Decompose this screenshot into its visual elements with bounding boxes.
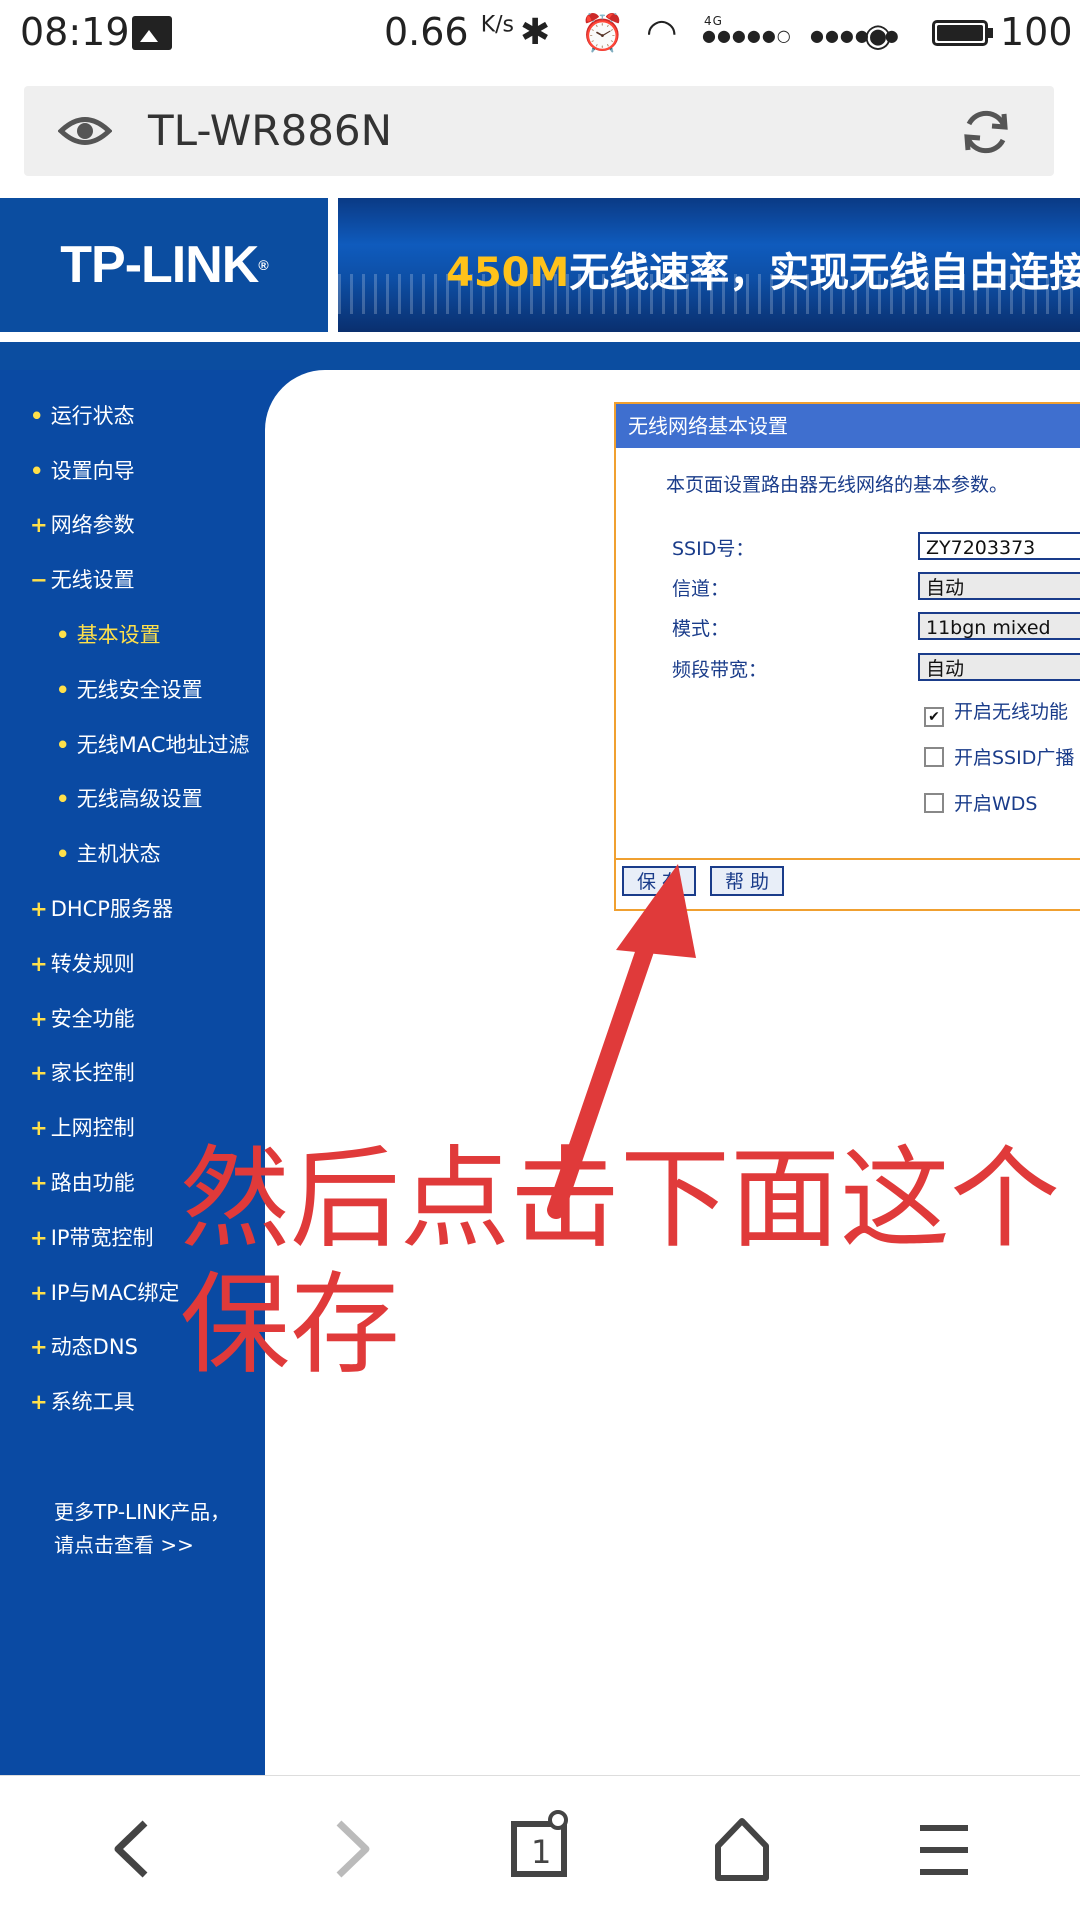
- sidebar-item-parental-control[interactable]: + 家长控制: [30, 1057, 135, 1087]
- bluetooth-icon: ✱: [520, 12, 551, 53]
- browser-bottom-bar: 1: [0, 1775, 1080, 1921]
- sidebar-item-network-params[interactable]: + 网络参数: [30, 509, 135, 539]
- sidebar-item-run-status[interactable]: • 运行状态: [30, 400, 135, 430]
- hd-voice-icon: ◉: [864, 16, 892, 54]
- sidebar-item-mac-filter[interactable]: • 无线MAC地址过滤: [56, 729, 249, 759]
- ssid-input[interactable]: ZY7203373: [918, 532, 1080, 560]
- sidebar-item-ddns[interactable]: + 动态DNS: [30, 1331, 138, 1361]
- network-speed: 0.66 K/s: [384, 10, 515, 54]
- sidebar-item-ip-bandwidth[interactable]: + IP带宽控制: [30, 1222, 154, 1252]
- checkbox-unchecked-icon[interactable]: [924, 747, 944, 767]
- checkbox-unchecked-icon[interactable]: [924, 793, 944, 813]
- page-url[interactable]: TL-WR886N: [148, 106, 392, 155]
- battery-icon: [932, 20, 993, 46]
- alarm-icon: ⏰: [580, 13, 625, 54]
- sidebar-item-dhcp[interactable]: + DHCP服务器: [30, 893, 173, 923]
- channel-label: 信道：: [672, 578, 730, 600]
- help-button[interactable]: 帮 助: [710, 866, 784, 896]
- enable-wds-checkbox[interactable]: 开启WDS: [924, 789, 1037, 816]
- banner-ad: 450M无线速率，实现无线自由连接: [338, 198, 1080, 332]
- router-banner: TP-LINK ® 450M无线速率，实现无线自由连接: [0, 198, 1080, 332]
- enable-ssid-broadcast-checkbox[interactable]: 开启SSID广播: [924, 743, 1074, 770]
- status-time: 08:19: [20, 10, 130, 54]
- sidebar-item-system-tools[interactable]: + 系统工具: [30, 1386, 135, 1416]
- svg-text:1: 1: [531, 1833, 551, 1871]
- more-products-link[interactable]: 更多TP-LINK产品， 请点击查看 >>: [54, 1496, 230, 1562]
- tp-link-logo: TP-LINK ®: [0, 198, 328, 332]
- wireless-basic-settings-panel: 无线网络基本设置 本页面设置路由器无线网络的基本参数。 SSID号： ZY720…: [614, 402, 1080, 911]
- menu-icon[interactable]: [836, 1776, 1052, 1921]
- sidebar-item-setup-wizard[interactable]: • 设置向导: [30, 455, 135, 485]
- back-icon[interactable]: [27, 1776, 243, 1921]
- more-products-line1[interactable]: 更多TP-LINK产品，: [54, 1496, 230, 1529]
- mode-label: 模式：: [672, 618, 730, 640]
- annotation-text: 然后点击下面这个保存: [180, 1135, 1060, 1389]
- battery-level: 100: [1000, 10, 1073, 54]
- sidebar-item-basic-settings[interactable]: • 基本设置: [56, 619, 161, 649]
- panel-footer-divider: [616, 858, 1080, 860]
- sidebar-item-routing[interactable]: + 路由功能: [30, 1167, 135, 1197]
- status-bar: 08:19 0.66 K/s ✱ ⏰ ◠ 4G ●●●●●○ ●●●●●● ◉ …: [0, 0, 1080, 66]
- banner-ad-text: 450M无线速率，实现无线自由连接: [446, 250, 1080, 296]
- sidebar-item-internet-control[interactable]: + 上网控制: [30, 1112, 135, 1142]
- wifi-icon: ◠: [646, 12, 678, 53]
- channel-select[interactable]: 自动: [918, 572, 1080, 600]
- address-bar[interactable]: TL-WR886N: [24, 86, 1054, 176]
- sidebar-item-host-status[interactable]: • 主机状态: [56, 838, 161, 868]
- more-products-line2[interactable]: 请点击查看 >>: [54, 1529, 230, 1562]
- image-notification-icon: [132, 16, 172, 50]
- tabs-icon[interactable]: 1: [432, 1776, 648, 1921]
- sidebar-item-ip-mac-binding[interactable]: + IP与MAC绑定: [30, 1277, 179, 1307]
- sidebar-item-security[interactable]: + 安全功能: [30, 1003, 135, 1033]
- sidebar-item-wireless-settings[interactable]: − 无线设置: [30, 564, 135, 594]
- eye-icon[interactable]: [58, 108, 112, 154]
- header-strip: [0, 342, 1080, 370]
- home-icon[interactable]: [634, 1776, 850, 1921]
- signal-strength-icon: ●●●●●○: [702, 26, 792, 45]
- panel-title: 无线网络基本设置: [616, 404, 1080, 448]
- bandwidth-select[interactable]: 自动: [918, 653, 1080, 681]
- sidebar-item-wireless-security[interactable]: • 无线安全设置: [56, 674, 203, 704]
- sidebar-item-wireless-advanced[interactable]: • 无线高级设置: [56, 783, 203, 813]
- sidebar-corner: [265, 370, 385, 490]
- sidebar-item-forwarding[interactable]: + 转发规则: [30, 948, 135, 978]
- checkbox-checked-icon[interactable]: ✔: [924, 707, 944, 727]
- forward-icon[interactable]: [231, 1776, 447, 1921]
- enable-wireless-checkbox[interactable]: ✔ 开启无线功能: [924, 697, 1068, 727]
- save-button[interactable]: 保 存: [622, 866, 696, 896]
- reload-icon[interactable]: [960, 106, 1012, 158]
- ssid-label: SSID号：: [672, 538, 755, 560]
- panel-description: 本页面设置路由器无线网络的基本参数。: [666, 474, 1009, 496]
- mode-select[interactable]: 11bgn mixed: [918, 612, 1080, 640]
- bandwidth-label: 频段带宽：: [672, 659, 768, 681]
